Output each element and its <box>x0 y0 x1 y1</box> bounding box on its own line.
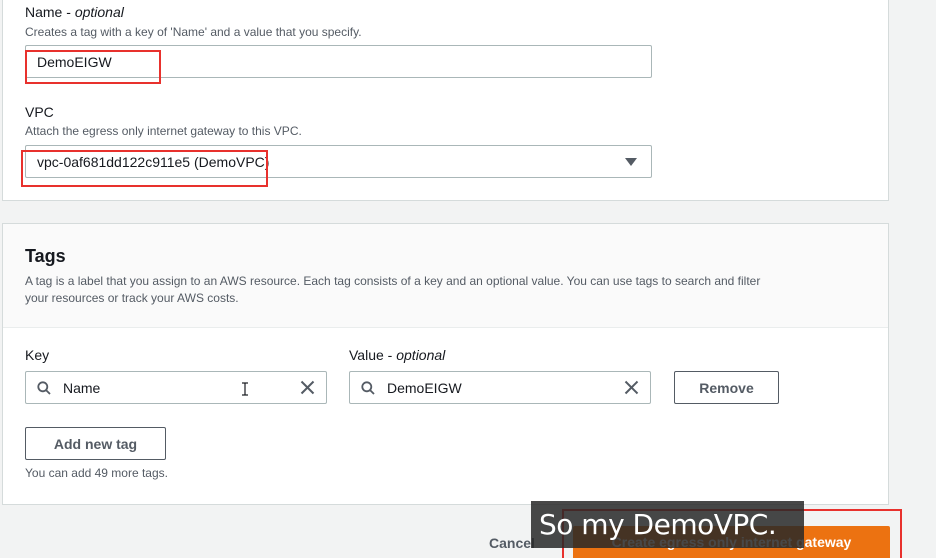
vpc-field-label: VPC <box>25 104 54 120</box>
tags-panel: Tags A tag is a label that you assign to… <box>2 223 889 505</box>
add-new-tag-button[interactable]: Add new tag <box>25 427 166 460</box>
name-field-description: Creates a tag with a key of 'Name' and a… <box>25 25 362 39</box>
tag-value-value: DemoEIGW <box>387 379 462 396</box>
name-input-value: DemoEIGW <box>37 53 112 70</box>
tags-header: Tags A tag is a label that you assign to… <box>3 224 888 328</box>
tag-key-input[interactable]: Name <box>25 371 327 404</box>
tags-description: A tag is a label that you assign to an A… <box>25 274 761 305</box>
details-panel: Name - optional Creates a tag with a key… <box>2 0 889 201</box>
cancel-button[interactable]: Cancel <box>489 535 535 551</box>
tag-value-label: Value - optional <box>349 347 446 363</box>
tag-value-input[interactable]: DemoEIGW <box>349 371 651 404</box>
remove-tag-button[interactable]: Remove <box>674 371 779 404</box>
vpc-select-value: vpc-0af681dd122c911e5 (DemoVPC) <box>37 153 270 170</box>
search-icon <box>361 381 375 395</box>
clear-value-icon[interactable] <box>624 380 639 395</box>
video-caption: So my DemoVPC. <box>531 501 804 548</box>
text-cursor-icon <box>242 382 248 396</box>
tags-title: Tags <box>25 246 66 266</box>
tag-key-label: Key <box>25 347 50 363</box>
vpc-field-description: Attach the egress only internet gateway … <box>25 124 302 138</box>
vpc-select[interactable]: vpc-0af681dd122c911e5 (DemoVPC) <box>25 145 652 178</box>
clear-key-icon[interactable] <box>300 380 315 395</box>
search-icon <box>37 381 51 395</box>
tags-remaining-text: You can add 49 more tags. <box>25 466 168 480</box>
name-input[interactable]: DemoEIGW <box>25 45 652 78</box>
name-field-label: Name - optional <box>25 4 124 20</box>
caret-down-icon <box>625 158 637 166</box>
tag-key-value: Name <box>63 379 101 396</box>
